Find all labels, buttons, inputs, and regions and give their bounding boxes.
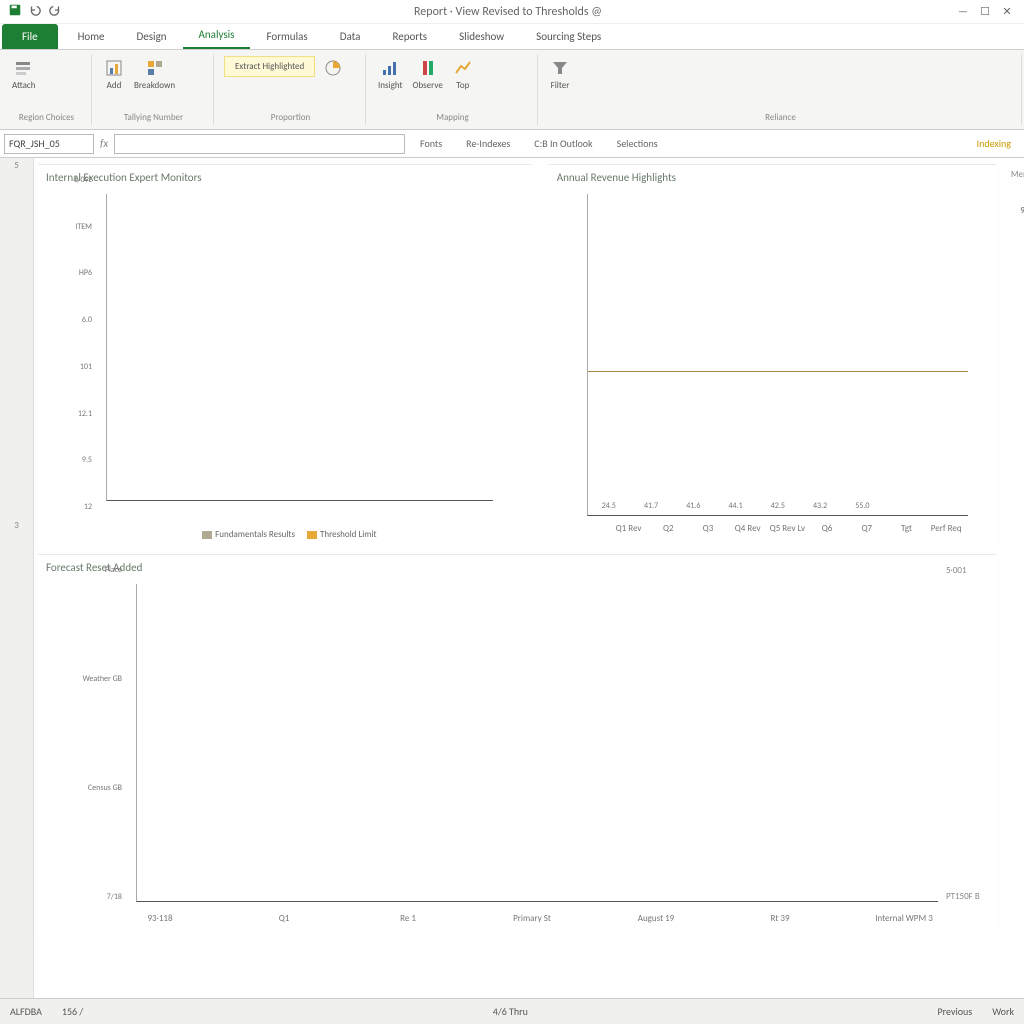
observe-button[interactable]: Observe xyxy=(410,56,444,93)
extract-highlighted-button[interactable]: Extract Highlighted xyxy=(224,56,315,77)
chart-forecast-reset[interactable]: Forecast Reset Added 7/18Census GBWeathe… xyxy=(38,554,996,934)
chart-c-yaxis: 7/18Census GBWeather GBPlace xyxy=(40,565,126,902)
row-headers: 53 xyxy=(0,158,34,998)
undo-icon[interactable] xyxy=(28,3,42,20)
close-icon[interactable]: ✕ xyxy=(998,3,1016,21)
dashboard-canvas: 53 Internal Execution Expert Monitors 12… xyxy=(0,158,1024,998)
ribbon-tabbar: File Home Design Analysis Formulas Data … xyxy=(0,24,1024,50)
tab-home[interactable]: Home xyxy=(62,24,121,49)
chart-internal-execution[interactable]: Internal Execution Expert Monitors 129.5… xyxy=(38,164,531,544)
tab-data[interactable]: Data xyxy=(324,24,377,49)
ribbon: Attach Region Choices Add Breakdown Tall… xyxy=(0,50,1024,130)
minimize-icon[interactable]: — xyxy=(954,3,972,21)
tab-sourcing[interactable]: Sourcing Steps xyxy=(520,24,617,49)
chart-a-title: Internal Execution Expert Monitors xyxy=(46,171,523,184)
file-tab[interactable]: File xyxy=(2,24,58,49)
insight-button[interactable]: Insight xyxy=(376,56,404,93)
chart-c-right-labels: 5·001PT150F B xyxy=(946,565,992,902)
redo-icon[interactable] xyxy=(48,3,62,20)
outlook-button[interactable]: C:B In Outlook xyxy=(525,134,601,153)
add-button[interactable]: Add xyxy=(102,56,126,93)
name-box[interactable]: FQR_JSH_05 xyxy=(4,134,94,154)
indexing-indicator: Indexing xyxy=(968,134,1020,153)
fonts-button[interactable]: Fonts xyxy=(411,134,451,153)
status-right1[interactable]: Previous xyxy=(938,1005,973,1018)
status-mid: 4/6 Thru xyxy=(493,1005,528,1018)
filter-button[interactable]: Filter xyxy=(548,56,572,93)
tab-design[interactable]: Design xyxy=(121,24,183,49)
chart-b-xaxis: Q1 RevQ2Q3Q4 RevQ5 Rev LvQ6Q7TgtPerf Req xyxy=(609,523,966,534)
window-title: Report · View Revised to Thresholds @ xyxy=(62,5,954,19)
status-bar: ALFDBA 156 / 4/6 Thru Previous Work xyxy=(0,998,1024,1024)
tab-slideshow[interactable]: Slideshow xyxy=(443,24,520,49)
tab-formulas[interactable]: Formulas xyxy=(250,24,323,49)
attach-button[interactable]: Attach xyxy=(10,56,37,93)
chart-annual-revenue[interactable]: Annual Revenue Highlights Menus 97% 24.5… xyxy=(549,164,996,544)
status-left2: 156 / xyxy=(62,1005,83,1018)
chart-c-xaxis: 93·118Q1Re 1Primary StAugust 19Rt 39Inte… xyxy=(98,913,966,924)
chart-b-title: Annual Revenue Highlights xyxy=(557,171,988,184)
status-right2[interactable]: Work xyxy=(992,1005,1014,1018)
maximize-icon[interactable]: ☐ xyxy=(976,3,994,21)
chart-a-yaxis: 129.512.11016.0HP6ITEM1/09L xyxy=(40,175,96,512)
proportion-button[interactable] xyxy=(321,56,345,80)
chart-a-legend: Fundamentals Results Threshold Limit xyxy=(46,529,523,540)
formula-bar: FQR_JSH_05 fx Fonts Re-Indexes C:B In Ou… xyxy=(0,130,1024,158)
tab-analysis[interactable]: Analysis xyxy=(183,22,251,49)
title-bar: Report · View Revised to Thresholds @ — … xyxy=(0,0,1024,24)
tab-reports[interactable]: Reports xyxy=(376,24,443,49)
group-region-label: Region Choices xyxy=(10,112,83,123)
reindexes-button[interactable]: Re-Indexes xyxy=(457,134,519,153)
attach-label: Attach xyxy=(12,80,35,91)
selections-button[interactable]: Selections xyxy=(608,134,667,153)
top-button[interactable]: Top xyxy=(451,56,475,93)
status-left1: ALFDBA xyxy=(10,1005,42,1018)
formula-field[interactable] xyxy=(114,134,405,154)
breakdown-button[interactable]: Breakdown xyxy=(132,56,177,93)
save-icon[interactable] xyxy=(8,3,22,20)
chart-c-title: Forecast Reset Added xyxy=(46,561,988,574)
fx-icon[interactable]: fx xyxy=(100,137,108,150)
